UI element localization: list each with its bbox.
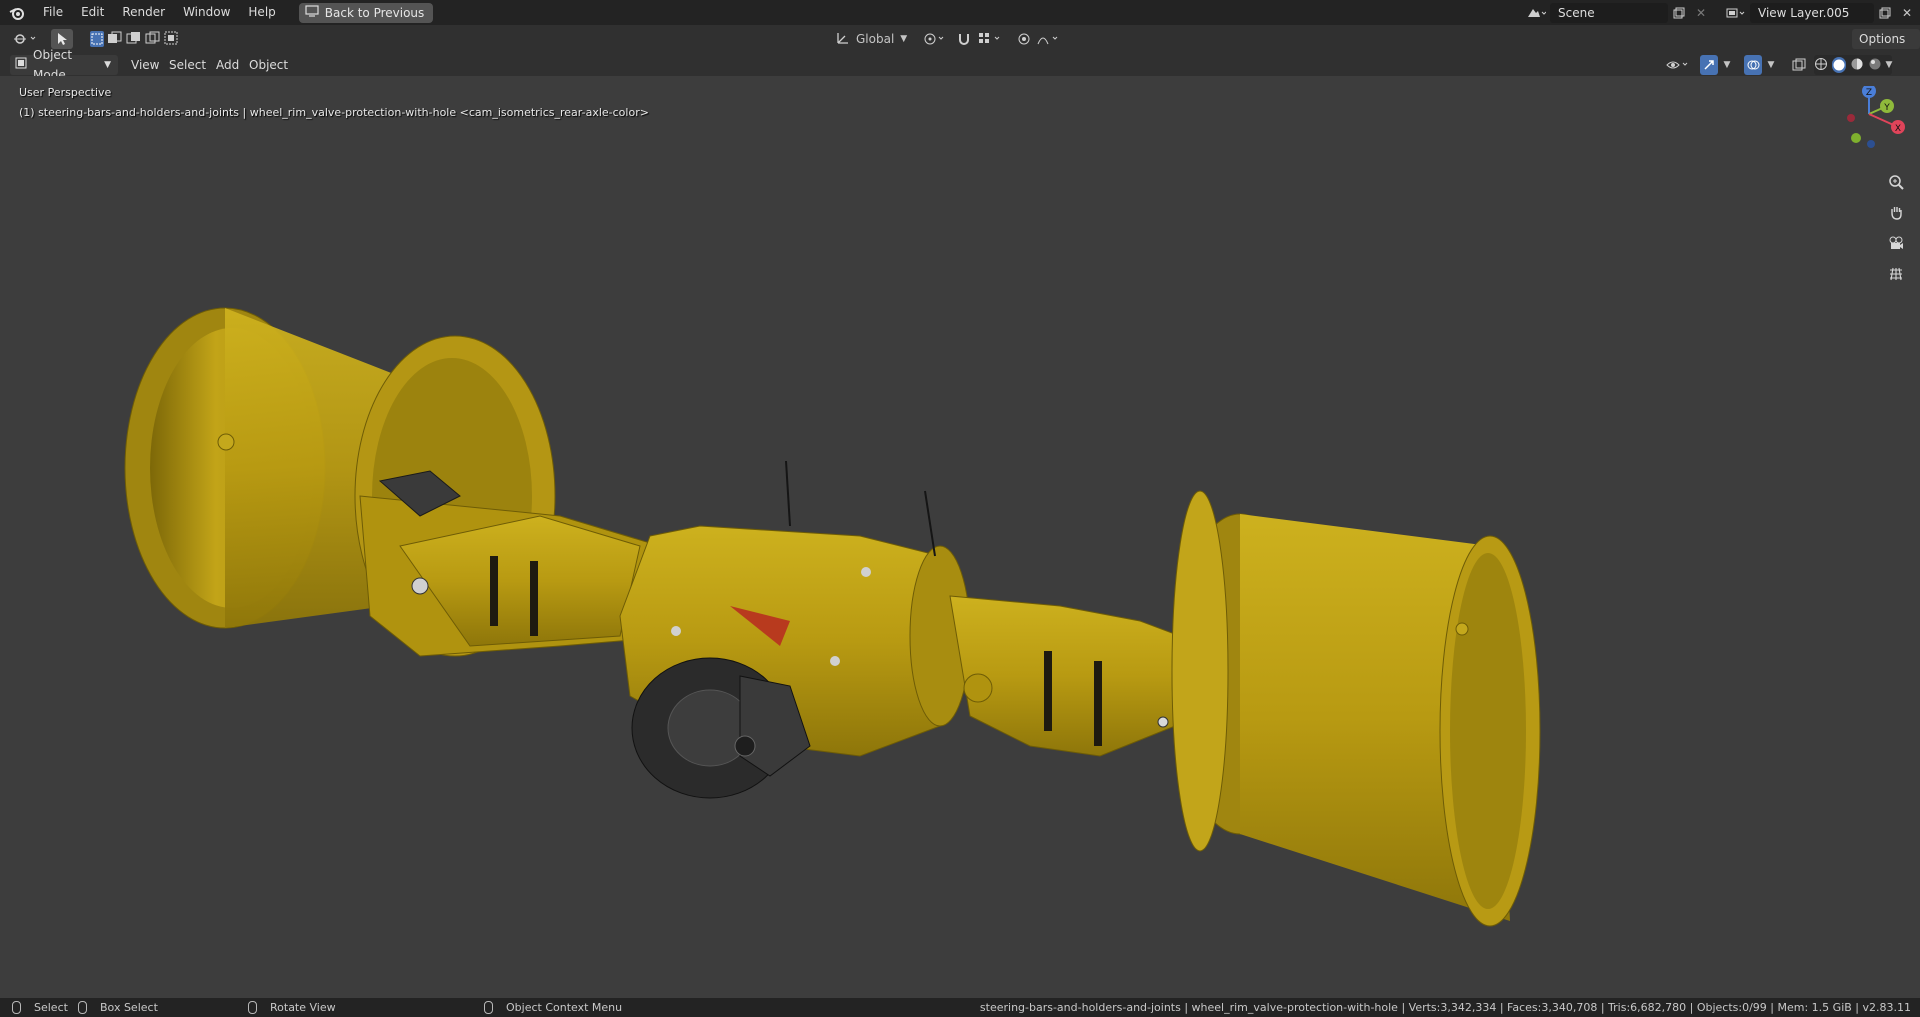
gizmo-dropdown-icon[interactable]: ▼ [1720,55,1734,75]
pivot-point-icon[interactable] [920,29,950,49]
wireframe-shading-icon[interactable] [1814,57,1828,74]
selection-mode-group [90,29,180,49]
status-box-select-hint: Box Select [100,1001,158,1014]
rendered-shading-icon[interactable] [1868,57,1882,74]
material-shading-icon[interactable] [1850,57,1864,74]
view-layer-browse-icon[interactable] [1722,3,1750,23]
delete-view-layer-icon[interactable]: ✕ [1896,3,1918,23]
status-select-hint: Select [34,1001,68,1014]
proportional-editing-icon[interactable] [1016,29,1032,49]
scene-name-field[interactable]: Scene [1550,2,1668,23]
viewport-header: Object Mode ▼ View Select Add Object ▼ ▼… [0,48,1920,82]
status-context-menu-hint: Object Context Menu [506,1001,623,1014]
left-drag-mouse-icon [78,1001,87,1014]
right-mouse-icon [484,1001,493,1014]
right-wheel-rim[interactable] [1157,490,1541,927]
tool-header: Global ▼ Options ▼ [0,25,1920,66]
new-view-layer-icon[interactable] [1874,3,1896,23]
orientation-icon [836,31,850,48]
solid-shading-icon[interactable] [1831,57,1846,73]
right-axle-housing[interactable] [949,595,1201,757]
scene-browse-icon[interactable] [1522,3,1550,23]
view-menu[interactable]: View [124,55,166,75]
top-bar: File Edit Render Window Help Back to Pre… [0,0,1920,25]
object-mode-icon [15,55,27,75]
blender-logo-icon[interactable] [0,0,34,25]
menu-edit[interactable]: Edit [72,0,113,25]
chevron-down-icon: ▼ [900,34,908,44]
menu-window[interactable]: Window [174,0,239,25]
object-menu[interactable]: Object [242,55,295,75]
add-menu[interactable]: Add [209,55,246,75]
snap-toggle-icon[interactable] [956,29,972,49]
menu-file[interactable]: File [34,0,72,25]
select-subtract-icon[interactable] [126,31,142,48]
options-dropdown[interactable]: Options ▼ [1852,29,1920,66]
status-bar: Select Box Select Rotate View Object Con… [0,998,1920,1017]
gizmo-toggle-icon[interactable] [1700,55,1718,75]
select-extend-icon[interactable] [107,31,123,48]
overlays-toggle-icon[interactable] [1744,55,1762,75]
proportional-falloff-icon[interactable] [1036,29,1064,49]
xray-toggle-icon[interactable] [1790,55,1808,75]
back-button-label: Back to Previous [324,5,425,20]
view-layer-selector: View Layer.005 ✕ [1722,2,1918,23]
select-intersect-icon[interactable] [164,31,180,48]
snap-target-icon[interactable] [976,29,1006,49]
overlays-dropdown-icon[interactable]: ▼ [1764,55,1778,75]
new-scene-icon[interactable] [1668,3,1690,23]
middle-mouse-icon [248,1001,257,1014]
chevron-down-icon: ▼ [104,60,111,70]
left-mouse-icon [12,1001,21,1014]
shading-mode-group: ▼ [1814,55,1892,75]
back-icon [305,5,319,20]
status-rotate-view-hint: Rotate View [270,1001,336,1014]
transform-orientation-dropdown[interactable]: Global ▼ [836,29,914,49]
orientation-label: Global [856,32,895,46]
scene-selector: Scene ✕ [1522,2,1712,23]
rear-axle-model[interactable] [0,76,1920,998]
back-to-previous-button[interactable]: Back to Previous [298,2,434,23]
mode-dropdown[interactable]: Object Mode ▼ [10,48,118,82]
scene-statistics: steering-bars-and-holders-and-joints | w… [979,1001,1911,1014]
menu-render[interactable]: Render [113,0,174,25]
select-menu[interactable]: Select [162,55,213,75]
3d-viewport[interactable]: User Perspective (1) steering-bars-and-h… [0,76,1920,998]
visibility-dropdown-icon[interactable] [1664,55,1694,75]
menu-help[interactable]: Help [239,0,284,25]
delete-scene-icon[interactable]: ✕ [1690,3,1712,23]
view-layer-name-field[interactable]: View Layer.005 [1750,2,1874,23]
chevron-down-icon[interactable]: ▼ [1886,60,1893,70]
select-invert-icon[interactable] [145,31,161,48]
options-label: Options [1859,32,1906,46]
